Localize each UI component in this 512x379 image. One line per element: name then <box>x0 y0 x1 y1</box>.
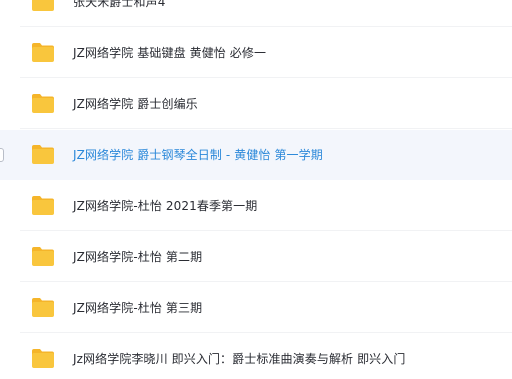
row-checkbox[interactable] <box>0 148 4 162</box>
row-divider <box>20 128 512 129</box>
folder-icon <box>31 246 55 267</box>
row-divider <box>20 230 512 231</box>
file-row[interactable]: JZ网络学院 基础键盘 黄健怡 必修一 <box>0 28 512 78</box>
file-name[interactable]: JZ网络学院 基础键盘 黄健怡 必修一 <box>73 28 266 78</box>
file-row-selected[interactable]: JZ网络学院 爵士钢琴全日制 - 黄健怡 第一学期 <box>0 130 512 180</box>
folder-icon <box>31 144 55 165</box>
folder-icon <box>31 93 55 114</box>
folder-icon <box>31 195 55 216</box>
folder-icon <box>31 42 55 63</box>
file-row[interactable]: JZ网络学院-杜怡 第三期 <box>0 283 512 333</box>
file-name[interactable]: Jz网络学院李晓川 即兴入门：爵士标准曲演奏与解析 即兴入门 <box>73 334 405 379</box>
file-row[interactable]: JZ网络学院 爵士创编乐 <box>0 79 512 129</box>
row-divider <box>20 332 512 333</box>
row-divider <box>20 26 512 27</box>
file-list: 张天米爵士和声4 JZ网络学院 基础键盘 黄健怡 必修一 JZ网络学院 爵士创编… <box>0 0 512 379</box>
row-divider <box>20 77 512 78</box>
file-name[interactable]: JZ网络学院-杜怡 第三期 <box>73 283 202 333</box>
file-row[interactable]: 张天米爵士和声4 <box>0 0 512 27</box>
row-divider <box>20 281 512 282</box>
file-name[interactable]: JZ网络学院-杜怡 第二期 <box>73 232 202 282</box>
file-name[interactable]: JZ网络学院-杜怡 2021春季第一期 <box>73 181 257 231</box>
file-name[interactable]: JZ网络学院 爵士创编乐 <box>73 79 198 129</box>
file-row[interactable]: Jz网络学院李晓川 即兴入门：爵士标准曲演奏与解析 即兴入门 <box>0 334 512 379</box>
folder-icon <box>31 297 55 318</box>
file-name[interactable]: JZ网络学院 爵士钢琴全日制 - 黄健怡 第一学期 <box>73 130 323 180</box>
file-row[interactable]: JZ网络学院-杜怡 2021春季第一期 <box>0 181 512 231</box>
file-name[interactable]: 张天米爵士和声4 <box>73 0 165 27</box>
folder-icon <box>31 0 55 12</box>
file-row[interactable]: JZ网络学院-杜怡 第二期 <box>0 232 512 282</box>
folder-icon <box>31 348 55 369</box>
